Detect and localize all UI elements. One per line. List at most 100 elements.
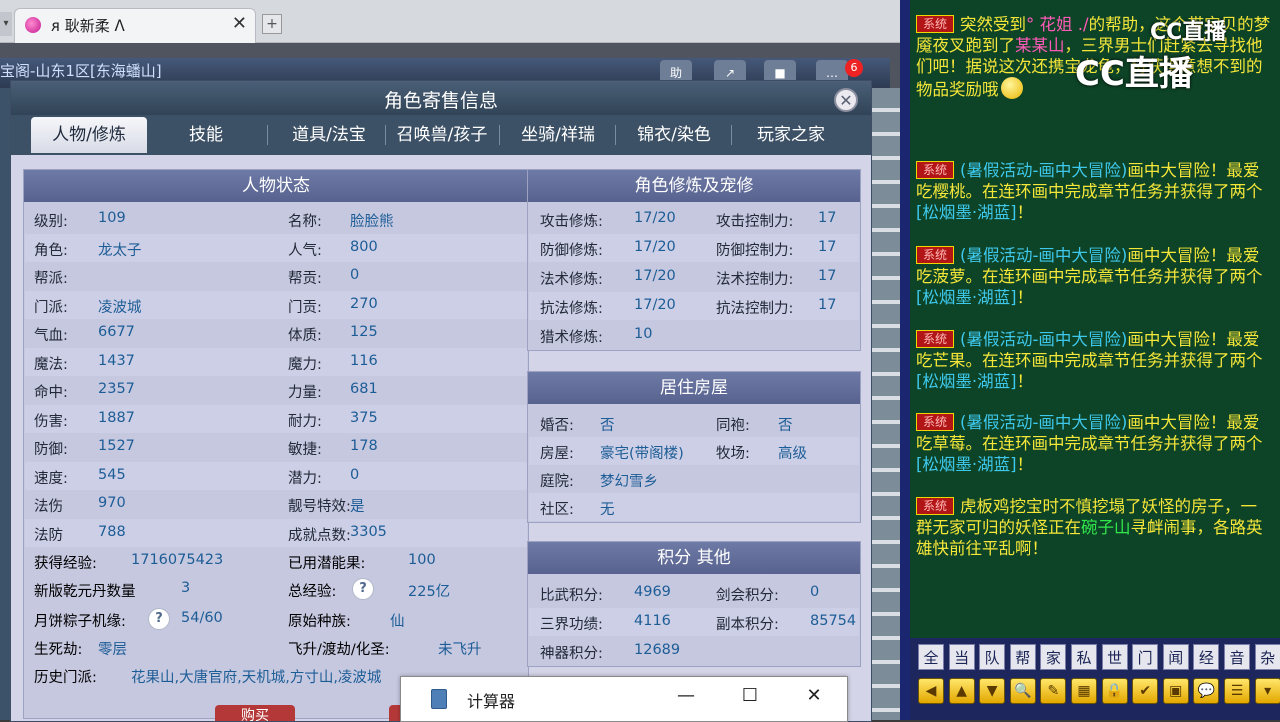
field-value: 17 [818,239,837,255]
message-text: ！ [1016,203,1034,222]
box-icon[interactable]: ▣ [1162,678,1189,704]
qiankun-value: 3 [181,580,191,596]
chat-message: 系统 (暑假活动-画中大冒险)画中大冒险！最爱吃樱桃。在连环画中完成章节任务并获得… [916,160,1272,223]
tab-divider [731,125,732,145]
field-value: 681 [350,381,378,397]
tab-home[interactable]: 玩家之家 [733,117,849,153]
zongzi-help-icon[interactable]: ? [148,608,170,630]
search-icon[interactable]: 🔍 [1009,678,1036,704]
tab-outfits[interactable]: 锦衣/染色 [617,117,731,153]
lock-icon[interactable]: 🔒 [1101,678,1128,704]
channel-button[interactable]: 私 [1071,644,1097,670]
minimize-button[interactable]: — [671,685,701,706]
chat-message: 系统 虎板鸡挖宝时不慎挖塌了妖怪的房子，一群无家可归的妖怪正在碗子山寻衅闹事，各路… [916,496,1272,559]
qiankun-label: 新版乾元丹数量 [34,584,136,600]
left-arrow-icon[interactable]: ◀ [918,678,944,704]
game-location: 宝阁-山东1区[东海蟠山] [0,62,162,80]
field-value: 800 [350,238,378,255]
maximize-button[interactable]: ☐ [735,685,765,706]
field-value: 3305 [350,523,387,540]
total-exp-value: 225亿 [408,584,451,600]
field-label: 敏捷: [288,442,322,458]
menu-icon[interactable]: ☰ [1224,678,1250,704]
zongzi-label: 月饼粽子机缘: [34,614,126,630]
channel-button[interactable]: 当 [948,644,975,670]
browser-tab[interactable]: ᴙ 耿新柔 ᐱ ✕ [14,8,256,43]
message-text: [松烟墨·湖蓝] [916,455,1017,474]
field-label: 魔法: [34,356,68,373]
edit-icon[interactable]: ✎ [1040,678,1067,704]
check-icon[interactable]: ✔ [1132,678,1159,704]
channel-button[interactable]: 门 [1132,644,1159,670]
new-tab-button[interactable]: + [262,14,282,34]
message-text: ！ [1016,372,1034,391]
field-label: 比武积分: [540,588,603,604]
field-label: 靓号特效: [288,499,351,515]
message-text: (暑假活动-画中大冒险) [960,246,1128,265]
field-label: 攻击控制力: [716,214,794,230]
message-text: (暑假活动-画中大冒险) [960,161,1128,180]
channel-button[interactable]: 闻 [1162,644,1189,670]
tab-mounts[interactable]: 坐骑/祥瑞 [501,117,615,153]
browser-tab-title: ᴙ 耿新柔 ᐱ [51,17,125,35]
channel-button[interactable]: 帮 [1009,644,1036,670]
field-value: 17/20 [634,210,676,226]
down-arrow-icon[interactable]: ▼ [979,678,1006,704]
message-text: ° 花姐 ./ [1026,15,1089,34]
field-value: 125 [350,324,378,340]
field-label: 同袍: [716,418,750,434]
system-tag: 系统 [916,497,955,515]
tab-items[interactable]: 道具/法宝 [273,117,385,153]
chat-bubble-icon[interactable]: 💬 [1193,678,1220,704]
tab-skills[interactable]: 技能 [161,117,251,153]
field-value: 6677 [98,324,135,340]
field-label: 角色: [34,242,68,259]
tab-divider [615,125,616,145]
channel-button[interactable]: 家 [1040,644,1067,670]
system-tag: 系统 [916,413,955,431]
points-heading: 积分 其他 [528,542,860,574]
history-value: 花果山,大唐官府,天机城,方寸山,凌波城 [131,670,382,686]
channel-button[interactable]: 杂 [1254,644,1280,670]
exp-label: 获得经验: [34,556,97,572]
field-value: 17/20 [634,239,676,255]
dropdown-icon[interactable]: ▾ [1254,678,1280,704]
dialog-header: 角色寄售信息 ✕ [11,81,871,115]
channel-button[interactable]: 音 [1224,644,1250,670]
buy-button[interactable]: 购买 [215,705,295,721]
dialog-close-button[interactable]: ✕ [834,88,858,112]
field-label: 体质: [288,328,322,344]
channel-button[interactable]: 队 [979,644,1006,670]
tab-divider [267,125,268,145]
race-label: 原始种族: [288,614,351,630]
tab-scroll-button[interactable]: ▾ [0,12,12,36]
field-value: 4116 [634,613,671,629]
field-value: 17/20 [634,268,676,284]
status-panel: 人物状态 级别: 109 名称: 脸脸熊 角色: 龙太子 人气: 800 帮派: 帮贡: 0 门派: 凌… [23,169,529,719]
field-label: 气血: [34,328,68,344]
field-label: 防御修炼: [540,243,603,259]
field-label: 耐力: [288,413,322,430]
calculator-window[interactable]: 计算器 — ☐ ✕ [400,676,848,722]
channel-button[interactable]: 世 [1101,644,1128,670]
message-text: [松烟墨·湖蓝] [916,372,1017,391]
total-exp-help-icon[interactable]: ? [352,578,374,600]
used-fruit-value: 100 [408,552,436,568]
tab-pets[interactable]: 召唤兽/孩子 [385,117,499,153]
up-arrow-icon[interactable]: ▲ [948,678,975,704]
exp-value: 1716075423 [131,552,224,568]
grid-icon[interactable]: ▦ [1071,678,1097,704]
role-sale-dialog: 角色寄售信息 ✕ 人物/修炼 技能 道具/法宝 召唤兽/孩子 坐骑/祥瑞 锦衣/… [10,80,872,722]
message-text: ！ [1016,455,1034,474]
channel-button[interactable]: 全 [918,644,944,670]
close-button[interactable]: ✕ [799,685,829,706]
panel-divider[interactable] [900,0,910,720]
tab-character[interactable]: 人物/修炼 [31,117,147,153]
tab-close-icon[interactable]: ✕ [232,13,247,34]
channel-button[interactable]: 经 [1193,644,1220,670]
field-label: 法伤 [34,499,63,515]
system-tag: 系统 [916,246,955,264]
field-value: 85754 [810,613,857,629]
field-label: 攻击修炼: [540,214,603,230]
house-heading: 居住房屋 [528,372,860,404]
